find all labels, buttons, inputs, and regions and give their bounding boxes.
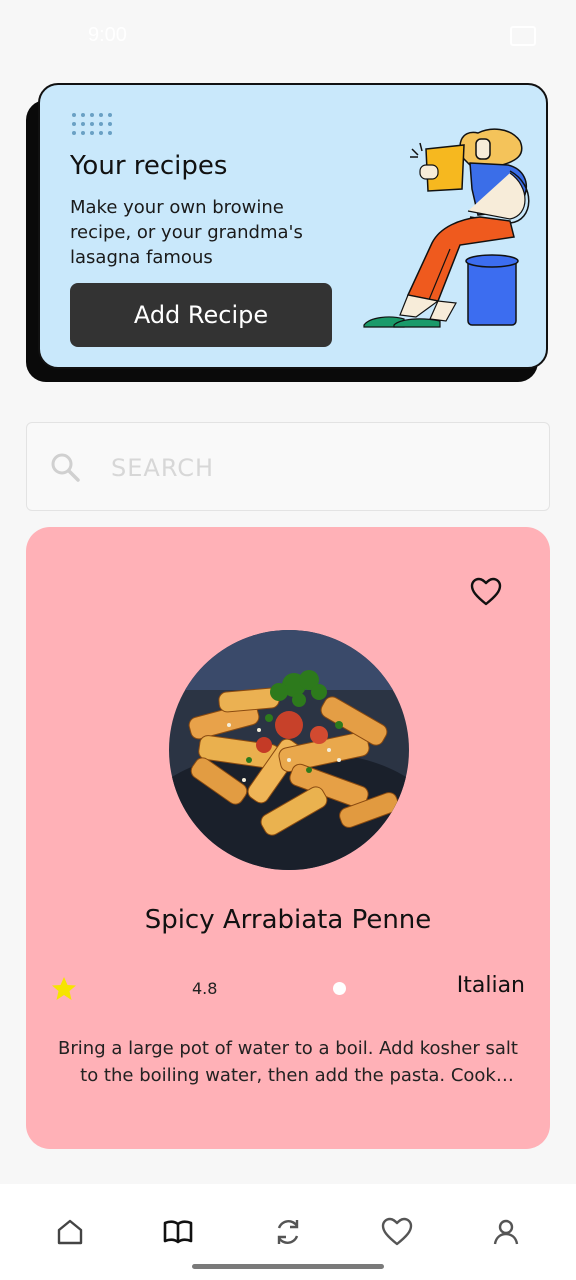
- dots-decoration-icon: [72, 113, 112, 135]
- profile-icon[interactable]: [490, 1216, 522, 1248]
- search-icon: [51, 453, 80, 482]
- recipe-card[interactable]: Spicy Arrabiata Penne 4.8 Italian Bring …: [26, 527, 550, 1149]
- banner-title: Your recipes: [70, 151, 228, 181]
- recipe-title: Spicy Arrabiata Penne: [144, 905, 432, 935]
- cuisine-label: Italian: [456, 973, 525, 998]
- your-recipes-banner: Your recipes Make your own browine recip…: [38, 83, 548, 369]
- banner-text: Make your own browine recipe, or your gr…: [70, 197, 303, 268]
- rating-value: 4.8: [192, 979, 218, 998]
- status-bar: 9:00: [0, 0, 576, 72]
- status-icons: [510, 26, 536, 46]
- add-recipe-button[interactable]: Add Recipe: [70, 283, 332, 347]
- recipe-description: Bring a large pot of water to a boil. Ad…: [58, 1038, 518, 1086]
- separator-dot: [333, 982, 346, 995]
- book-icon[interactable]: [162, 1216, 194, 1248]
- battery-icon: [510, 26, 536, 46]
- home-icon[interactable]: [54, 1216, 86, 1248]
- favorite-heart-icon[interactable]: [470, 577, 502, 607]
- search-input[interactable]: [109, 443, 513, 493]
- status-time: 9:00: [88, 24, 127, 46]
- recipe-image: [169, 630, 409, 870]
- search-box[interactable]: [26, 422, 550, 511]
- refresh-icon[interactable]: [272, 1216, 304, 1248]
- home-indicator[interactable]: [192, 1264, 384, 1269]
- person-with-box-illustration: [363, 128, 530, 328]
- star-icon: [52, 977, 76, 1000]
- heart-icon[interactable]: [381, 1216, 413, 1248]
